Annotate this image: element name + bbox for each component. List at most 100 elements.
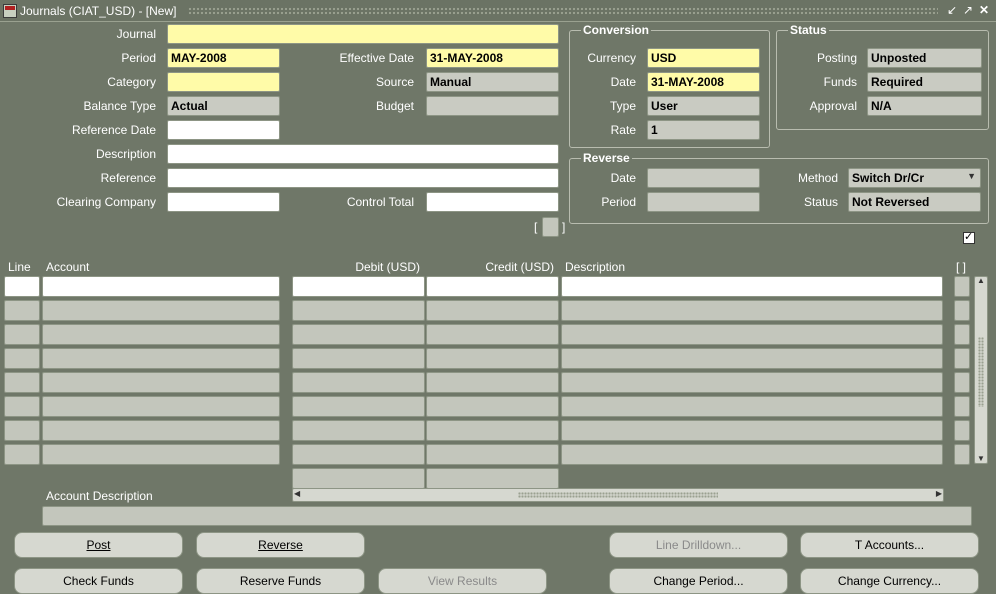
status-title: Status: [788, 23, 829, 37]
line-cell[interactable]: [4, 420, 40, 441]
conversion-date-field[interactable]: 31-MAY-2008: [647, 72, 760, 92]
debit-cell[interactable]: [292, 300, 425, 321]
debit-cell[interactable]: [292, 420, 425, 441]
description-label: Description: [95, 147, 156, 161]
account-cell[interactable]: [42, 324, 280, 345]
budget-field: [426, 96, 559, 116]
view-results-button[interactable]: View Results: [378, 568, 547, 594]
col-header-flexfield: [ ]: [956, 260, 967, 274]
line-description-cell[interactable]: [561, 396, 943, 417]
account-cell[interactable]: [42, 396, 280, 417]
line-drilldown-button[interactable]: Line Drilldown...: [609, 532, 788, 558]
debit-cell[interactable]: [292, 276, 425, 297]
line-cell[interactable]: [4, 300, 40, 321]
reverse-button[interactable]: Reverse: [196, 532, 365, 558]
effective-date-field[interactable]: 31-MAY-2008: [426, 48, 559, 68]
scroll-down-icon[interactable]: ▼: [977, 454, 985, 463]
col-header-debit: Debit (USD): [355, 260, 420, 274]
credit-cell[interactable]: [426, 396, 559, 417]
account-cell[interactable]: [42, 372, 280, 393]
line-flexfield-cell[interactable]: [954, 444, 970, 465]
line-cell[interactable]: [4, 372, 40, 393]
category-field[interactable]: [167, 72, 280, 92]
lines-horizontal-scrollbar[interactable]: ◀ ▶: [292, 488, 944, 502]
flexfield-bracket-open: [: [534, 220, 538, 234]
chevron-down-icon: ▼: [967, 171, 976, 181]
title-bar: Journals (CIAT_USD) - [New] ↙ ↗ ✕: [0, 0, 996, 22]
close-icon[interactable]: ✕: [978, 4, 990, 17]
checkbox[interactable]: ✓: [963, 231, 975, 244]
credit-total-field: [426, 468, 559, 489]
line-description-cell[interactable]: [561, 372, 943, 393]
account-cell[interactable]: [42, 348, 280, 369]
debit-cell[interactable]: [292, 348, 425, 369]
control-total-field[interactable]: [426, 192, 559, 212]
conversion-title: Conversion: [581, 23, 652, 37]
reserve-funds-button[interactable]: Reserve Funds: [196, 568, 365, 594]
post-button[interactable]: Post: [14, 532, 183, 558]
period-field[interactable]: MAY-2008: [167, 48, 280, 68]
line-flexfield-cell[interactable]: [954, 348, 970, 369]
journal-field[interactable]: [167, 24, 559, 44]
scroll-up-icon[interactable]: ▲: [977, 276, 985, 285]
description-field[interactable]: [167, 144, 559, 164]
line-cell[interactable]: [4, 348, 40, 369]
check-funds-button[interactable]: Check Funds: [14, 568, 183, 594]
reference-label: Reference: [100, 171, 156, 185]
post-button-label: Post: [86, 538, 111, 552]
reverse-period-label: Period: [601, 195, 636, 209]
change-currency-button[interactable]: Change Currency...: [800, 568, 979, 594]
line-flexfield-cell[interactable]: [954, 372, 970, 393]
credit-cell[interactable]: [426, 348, 559, 369]
t-accounts-button[interactable]: T Accounts...: [800, 532, 979, 558]
minimize-icon[interactable]: ↙: [946, 4, 958, 17]
scroll-thumb[interactable]: [978, 337, 984, 407]
reverse-method-select[interactable]: Switch Dr/Cr ▼: [848, 168, 981, 188]
line-description-cell[interactable]: [561, 300, 943, 321]
account-cell[interactable]: [42, 420, 280, 441]
clearing-company-field[interactable]: [167, 192, 280, 212]
account-cell[interactable]: [42, 444, 280, 465]
line-flexfield-cell[interactable]: [954, 396, 970, 417]
debit-cell[interactable]: [292, 324, 425, 345]
debit-cell[interactable]: [292, 444, 425, 465]
descriptive-flexfield[interactable]: [542, 217, 559, 237]
reverse-button-label: Reverse: [258, 538, 303, 552]
currency-field[interactable]: USD: [647, 48, 760, 68]
conversion-rate-label: Rate: [610, 123, 636, 137]
line-description-cell[interactable]: [561, 276, 943, 297]
control-total-label: Control Total: [346, 195, 414, 209]
line-description-cell[interactable]: [561, 348, 943, 369]
line-flexfield-cell[interactable]: [954, 420, 970, 441]
line-cell[interactable]: [4, 324, 40, 345]
line-flexfield-cell[interactable]: [954, 300, 970, 321]
lines-vertical-scrollbar[interactable]: ▲ ▼: [974, 276, 988, 464]
scroll-right-icon[interactable]: ▶: [936, 489, 942, 498]
debit-cell[interactable]: [292, 396, 425, 417]
posting-label: Posting: [816, 51, 857, 65]
reference-date-field[interactable]: [167, 120, 280, 140]
credit-cell[interactable]: [426, 300, 559, 321]
hscroll-thumb[interactable]: [518, 492, 718, 498]
line-cell[interactable]: [4, 396, 40, 417]
line-cell[interactable]: [4, 444, 40, 465]
credit-cell[interactable]: [426, 444, 559, 465]
conversion-type-label: Type: [609, 99, 636, 113]
line-flexfield-cell[interactable]: [954, 276, 970, 297]
maximize-icon[interactable]: ↗: [962, 4, 974, 17]
credit-cell[interactable]: [426, 324, 559, 345]
line-flexfield-cell[interactable]: [954, 324, 970, 345]
account-cell[interactable]: [42, 300, 280, 321]
credit-cell[interactable]: [426, 372, 559, 393]
line-description-cell[interactable]: [561, 420, 943, 441]
account-cell[interactable]: [42, 276, 280, 297]
scroll-left-icon[interactable]: ◀: [294, 489, 300, 498]
reference-field[interactable]: [167, 168, 559, 188]
credit-cell[interactable]: [426, 420, 559, 441]
line-cell[interactable]: [4, 276, 40, 297]
credit-cell[interactable]: [426, 276, 559, 297]
line-description-cell[interactable]: [561, 444, 943, 465]
debit-cell[interactable]: [292, 372, 425, 393]
line-description-cell[interactable]: [561, 324, 943, 345]
change-period-button[interactable]: Change Period...: [609, 568, 788, 594]
